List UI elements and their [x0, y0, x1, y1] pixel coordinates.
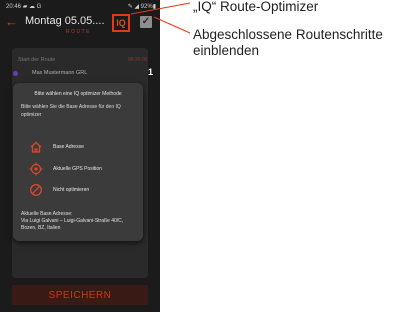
dialog-body: Bitte wählen Sie die Base Adresse für de…	[21, 104, 121, 118]
option-no-optimize[interactable]: Nicht optimieren	[29, 183, 129, 197]
page-subtitle: ROUTE	[66, 29, 91, 35]
steps-annotation-line1: Abgeschlossene Routenschritte	[193, 27, 383, 42]
show-completed-checkbox[interactable]: ✓	[140, 16, 152, 28]
option-label: Aktuelle GPS Position	[53, 166, 102, 172]
arrow-left-icon[interactable]: ←	[5, 15, 18, 29]
base-address-heading: Aktuelle Base Adresse:	[21, 211, 73, 217]
phone-screen: 20:46 ▰ ☁ G ✎ ◢ 92%▮ ← Montag 05.05.... …	[0, 0, 160, 312]
dialog-title: Bitte wählen eine IQ optimizer Methode	[34, 91, 122, 97]
iq-optimizer-dialog: Bitte wählen eine IQ optimizer Methode B…	[13, 83, 143, 241]
status-indicators: ✎ ◢ 92%▮	[127, 4, 156, 10]
status-bar: 20:46 ▰ ☁ G ✎ ◢ 92%▮	[0, 0, 160, 12]
iq-annotation: „IQ“ Route-Optimizer	[193, 0, 319, 14]
base-address-info: Aktuelle Base Adresse: Via Luigi Galvani…	[21, 211, 137, 232]
route-marker-icon	[13, 71, 18, 76]
option-gps-position[interactable]: Aktuelle GPS Position	[29, 162, 129, 176]
prohibited-icon	[30, 184, 42, 196]
page-title: Montag 05.05....	[25, 15, 105, 27]
gps-crosshair-icon	[29, 162, 43, 176]
route-item-number: 1	[148, 67, 154, 77]
base-address-value: Via Luigi Galvani – Luigi-Galvani-Straße…	[21, 218, 124, 231]
route-item-label[interactable]: Max Mustermann GRL	[32, 70, 87, 76]
route-start-label: Start der Route	[18, 57, 56, 63]
option-base-address[interactable]: Base Adresse	[29, 140, 129, 154]
status-time: 20:46 ▰ ☁ G	[6, 4, 42, 10]
app-header: ← Montag 05.05.... ROUTE IQ ✓	[0, 12, 160, 40]
steps-annotation-line2: einblenden	[193, 43, 260, 58]
home-icon	[30, 141, 42, 153]
option-label: Base Adresse	[53, 144, 84, 150]
save-button[interactable]: SPEICHERN	[12, 285, 148, 305]
iq-optimizer-button[interactable]: IQ	[112, 14, 130, 32]
option-label: Nicht optimieren	[53, 187, 90, 193]
route-start-time: 06:30:00	[128, 57, 148, 63]
steps-annotation: Abgeschlossene Routenschritte einblenden	[193, 27, 383, 59]
